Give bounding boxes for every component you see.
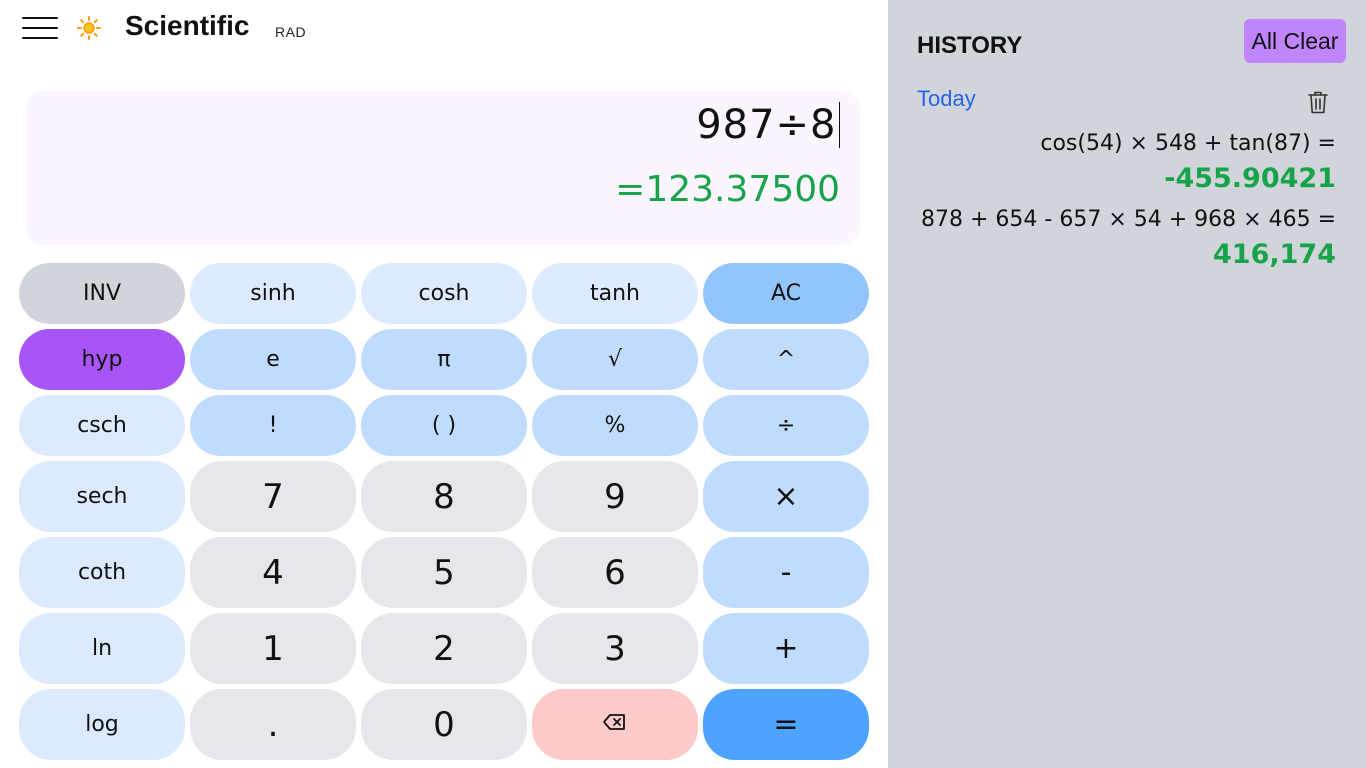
angle-mode-label[interactable]: RAD: [275, 24, 306, 40]
decimal-button[interactable]: .: [190, 689, 356, 760]
pi-button[interactable]: π: [361, 329, 527, 390]
divide-button[interactable]: ÷: [703, 395, 869, 456]
key-label: 8: [433, 476, 455, 517]
key-label: 4: [262, 552, 284, 593]
history-result[interactable]: 416,174: [906, 235, 1336, 280]
trash-icon[interactable]: [1306, 89, 1330, 115]
parentheses-button[interactable]: ( ): [361, 395, 527, 456]
csch-button[interactable]: csch: [19, 395, 185, 456]
backspace-button[interactable]: [532, 689, 698, 760]
percent-button[interactable]: %: [532, 395, 698, 456]
keypad: INV sinh cosh tanh AC hyp e π √ ^ csch! ( )% ÷ sech 7 8…: [19, 263, 869, 760]
history-result[interactable]: -455.90421: [906, 159, 1336, 204]
sech-button[interactable]: sech: [19, 461, 185, 532]
key-label: INV: [83, 281, 121, 306]
key-label: AC: [770, 281, 802, 306]
cosh-button[interactable]: cosh: [361, 263, 527, 324]
history-day-label: Today: [917, 86, 976, 111]
log-button[interactable]: log: [19, 689, 185, 760]
key-label: ×: [773, 479, 799, 514]
key-label: ( ): [431, 413, 457, 438]
key-label: π: [437, 347, 451, 372]
key-label: hyp: [81, 347, 123, 372]
key-label: .: [267, 704, 279, 745]
digit-0-button[interactable]: 0: [361, 689, 527, 760]
power-button[interactable]: ^: [703, 329, 869, 390]
key-label: 1: [262, 628, 284, 669]
key-label: 5: [433, 552, 455, 593]
key-label: -: [780, 555, 792, 590]
digit-6-button[interactable]: 6: [532, 537, 698, 608]
key-label: 9: [604, 476, 626, 517]
digit-3-button[interactable]: 3: [532, 613, 698, 684]
sinh-button[interactable]: sinh: [190, 263, 356, 324]
calculator-app: Scientific RAD 987÷8 =123.37500 INV sinh c…: [0, 0, 1366, 768]
history-list: cos(54) × 548 + tan(87) = -455.90421 878 +…: [906, 128, 1336, 280]
key-label: cosh: [418, 281, 470, 306]
expression-field[interactable]: 987÷8: [696, 101, 840, 149]
equals-button[interactable]: =: [703, 689, 869, 760]
subtract-button[interactable]: -: [703, 537, 869, 608]
add-button[interactable]: +: [703, 613, 869, 684]
key-label: ln: [91, 636, 113, 661]
ac-button[interactable]: AC: [703, 263, 869, 324]
key-label: 3: [604, 628, 626, 669]
key-label: %: [604, 413, 626, 438]
key-label: coth: [77, 560, 127, 585]
key-label: =: [773, 707, 799, 742]
history-panel: HISTORY All Clear Today cos(54) × 548 + …: [888, 0, 1366, 768]
key-label: ÷: [776, 413, 796, 438]
digit-7-button[interactable]: 7: [190, 461, 356, 532]
history-expression[interactable]: 878 + 654 - 657 × 54 + 968 × 465 =: [906, 204, 1336, 235]
result-preview: =123.37500: [615, 169, 840, 210]
digit-9-button[interactable]: 9: [532, 461, 698, 532]
history-title: HISTORY: [917, 32, 1023, 59]
key-label: ^: [776, 347, 796, 372]
key-label: !: [268, 413, 278, 438]
sqrt-button[interactable]: √: [532, 329, 698, 390]
key-label: tanh: [590, 281, 640, 306]
backspace-icon: [603, 712, 627, 737]
key-label: sinh: [250, 281, 296, 306]
digit-2-button[interactable]: 2: [361, 613, 527, 684]
digit-4-button[interactable]: 4: [190, 537, 356, 608]
text-caret: [838, 102, 840, 148]
history-expression[interactable]: cos(54) × 548 + tan(87) =: [906, 128, 1336, 159]
all-clear-button[interactable]: All Clear: [1244, 19, 1346, 63]
sun-icon[interactable]: [76, 15, 102, 41]
page-title: Scientific: [125, 10, 250, 41]
e-button[interactable]: e: [190, 329, 356, 390]
key-label: sech: [76, 484, 128, 509]
multiply-button[interactable]: ×: [703, 461, 869, 532]
factorial-button[interactable]: !: [190, 395, 356, 456]
key-label: log: [85, 712, 119, 737]
key-label: 7: [262, 476, 284, 517]
key-label: 2: [433, 628, 455, 669]
digit-8-button[interactable]: 8: [361, 461, 527, 532]
expression-text: 987÷8: [696, 102, 837, 148]
key-label: 0: [433, 704, 455, 745]
key-label: 6: [604, 552, 626, 593]
coth-button[interactable]: coth: [19, 537, 185, 608]
key-label: √: [607, 347, 623, 372]
tanh-button[interactable]: tanh: [532, 263, 698, 324]
key-label: e: [266, 347, 280, 372]
calculator-display: 987÷8 =123.37500: [26, 91, 860, 245]
header: Scientific RAD: [0, 0, 888, 60]
ln-button[interactable]: ln: [19, 613, 185, 684]
key-label: +: [773, 631, 799, 666]
inv-button[interactable]: INV: [19, 263, 185, 324]
digit-5-button[interactable]: 5: [361, 537, 527, 608]
key-label: csch: [77, 413, 127, 438]
hamburger-menu-icon[interactable]: [22, 14, 58, 42]
digit-1-button[interactable]: 1: [190, 613, 356, 684]
hyp-button[interactable]: hyp: [19, 329, 185, 390]
